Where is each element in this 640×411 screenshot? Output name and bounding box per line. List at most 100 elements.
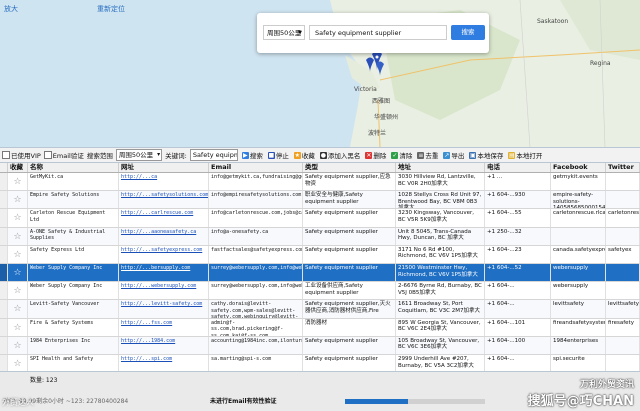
dedupe-button-label: 去重	[425, 152, 439, 160]
table-row[interactable]: ☆ GetMyKit.ca http://...ca info@getmykit.ca…	[0, 173, 640, 192]
header-facebook[interactable]: Facebook	[551, 163, 606, 172]
cell-phone: +1 604-...	[485, 300, 551, 318]
relocate-link[interactable]: 重新定位	[97, 4, 125, 14]
clear-button[interactable]: ✓ 清除	[390, 150, 413, 160]
open-local-button[interactable]: ▤ 本地打开	[507, 150, 543, 160]
row-header[interactable]	[0, 355, 8, 371]
header-address[interactable]: 地址	[396, 163, 485, 172]
row-header[interactable]	[0, 173, 8, 191]
search-button[interactable]: ▶ 搜索	[241, 150, 264, 160]
table-row[interactable]: ☆ Weber Supply Company Inc http://...weber…	[0, 282, 640, 301]
radius-select-value: 周围50公里	[267, 29, 302, 37]
dedupe-icon: ≡	[417, 151, 425, 159]
cell-facebook: empire-safety-solutions-140585685000154	[553, 191, 606, 209]
folder-icon: ▤	[508, 151, 516, 159]
table-row[interactable]: ☆ SPI Health and Safety http://...spi.com s…	[0, 355, 640, 371]
table-row[interactable]: ☆ 1984 Enterprises Inc http://...1984.com a…	[0, 336, 640, 355]
vip-checkbox[interactable]: 已使用VIP	[2, 150, 41, 160]
row-header[interactable]	[0, 264, 8, 282]
cell-twitter	[606, 191, 640, 209]
cell-url[interactable]: http://...webersupply.com	[119, 282, 209, 300]
cell-facebook: 1984enterprises	[551, 336, 606, 354]
blacklist-button[interactable]: ● 添加入黑名	[319, 150, 362, 160]
progress-fill	[345, 399, 408, 404]
toolbar-keyword-input[interactable]: Safety equipment	[189, 149, 238, 161]
header-name[interactable]: 名称	[28, 163, 119, 172]
cell-twitter	[606, 227, 640, 245]
row-header[interactable]	[0, 209, 8, 227]
results-table: 收藏 名称 网址 Email 类型 地址 电话 Facebook Twitter…	[0, 163, 640, 371]
row-header[interactable]	[0, 300, 8, 318]
save-icon: ▣	[469, 151, 477, 159]
favorite-star-icon[interactable]: ☆	[8, 300, 28, 318]
zoom-link[interactable]: 放大	[4, 4, 18, 14]
delete-button[interactable]: ✕ 删除	[364, 150, 387, 160]
favorite-star-icon[interactable]: ☆	[8, 209, 28, 227]
favorite-star-icon[interactable]: ☆	[8, 355, 28, 371]
table-row[interactable]: ☆ Fire & Safety Systems http://...fss.com a…	[0, 318, 640, 337]
radius-select[interactable]: 周围50公里 ▼	[263, 25, 305, 40]
cell-url[interactable]: http://...fss.com	[119, 318, 209, 336]
cell-url[interactable]: http://...carlrescue.com	[119, 209, 209, 227]
favorite-star-icon[interactable]: ☆	[8, 227, 28, 245]
cell-address: 895 W Georgia St, Vancouver, BC V6C 2E4加…	[396, 318, 485, 336]
email-verify-checkbox[interactable]: Email验证	[43, 150, 84, 160]
map-view[interactable]: 放大 重新定位 Saskatoon Regina Victoria 西雅图 华盛…	[0, 0, 640, 147]
blacklist-button-label: 添加入黑名	[327, 152, 361, 160]
row-header[interactable]	[0, 336, 8, 354]
cell-url[interactable]: http://...ca	[119, 173, 209, 191]
cell-name: Weber Supply Company Inc	[28, 264, 119, 282]
cell-email: surrey@webersupply.com,info@webersupply.…	[209, 282, 303, 300]
cell-type: Safety equipment supplier	[303, 209, 396, 227]
favorite-star-icon[interactable]: ☆	[8, 191, 28, 209]
save-local-button[interactable]: ▣ 本地保存	[468, 150, 504, 160]
favorite-star-icon[interactable]: ☆	[8, 264, 28, 282]
search-range-select[interactable]: 周围50公里	[115, 149, 163, 161]
header-twitter[interactable]: Twitter	[606, 163, 640, 172]
table-row[interactable]: ☆ Weber Supply Company Inc http://...bersu…	[0, 264, 640, 283]
favorite-button[interactable]: ★ 收藏	[293, 150, 316, 160]
table-row[interactable]: ☆ A-ONE Safety & Industrial Supplies http:…	[0, 227, 640, 246]
map-search-button[interactable]: 搜索	[451, 25, 485, 40]
table-row[interactable]: ☆ Empire Safety Solutions http://...safety…	[0, 191, 640, 210]
keyword-input[interactable]: Safety equipment supplier	[309, 25, 447, 40]
clear-button-label: 清除	[399, 152, 413, 160]
row-header[interactable]	[0, 318, 8, 336]
favorite-star-icon[interactable]: ☆	[8, 336, 28, 354]
dedupe-button[interactable]: ≡ 去重	[416, 150, 439, 160]
cell-phone: +1 604-...52	[485, 264, 551, 282]
favorite-star-icon[interactable]: ☆	[8, 318, 28, 336]
cell-url[interactable]: http://...aaoneasafety.ca	[119, 227, 209, 245]
cell-url[interactable]: http://...bersupply.com	[119, 264, 209, 282]
header-phone[interactable]: 电话	[485, 163, 551, 172]
favorite-star-icon[interactable]: ☆	[8, 173, 28, 191]
cell-url[interactable]: http://...1984.com	[119, 336, 209, 354]
table-row[interactable]: ☆ Safety Express Ltd http://...safetyexpre…	[0, 245, 640, 264]
cell-address: 3230 Kingsway, Vancouver, BC V5R 5K9加拿大	[396, 209, 485, 227]
checkbox-icon	[43, 151, 52, 159]
export-button[interactable]: ↗ 导出	[442, 150, 465, 160]
table-row[interactable]: ☆ Levitt-Safety Vancouver http://...levitt…	[0, 300, 640, 319]
cell-url[interactable]: http://...spi.com	[119, 355, 209, 371]
favorite-star-icon[interactable]: ☆	[8, 282, 28, 300]
favorite-star-icon[interactable]: ☆	[8, 245, 28, 263]
header-type[interactable]: 类型	[303, 163, 396, 172]
row-header[interactable]	[0, 227, 8, 245]
stop-button[interactable]: ■ 停止	[267, 150, 290, 160]
star-icon: ★	[293, 151, 301, 159]
header-url[interactable]: 网址	[119, 163, 209, 172]
cell-url[interactable]: http://...safetysolutions.com	[119, 191, 209, 209]
cell-url[interactable]: http://...safetyexpress.com	[119, 245, 209, 263]
row-header[interactable]	[0, 191, 8, 209]
cell-phone: +1 604-...100	[485, 336, 551, 354]
cell-url[interactable]: http://...levitt-safety.com	[119, 300, 209, 318]
cell-name: Empire Safety Solutions	[28, 191, 119, 209]
row-header[interactable]	[0, 245, 8, 263]
cell-type: Safety equipment supplier,应急物资	[303, 173, 396, 191]
header-favorite[interactable]: 收藏	[8, 163, 28, 172]
cell-email: surrey@webersupply.com,info@webersupply.…	[209, 264, 303, 282]
header-email[interactable]: Email	[209, 163, 303, 172]
cell-phone: +1 604-...55	[485, 209, 551, 227]
table-row[interactable]: ☆ Carleton Rescue Equipment Ltd http://...…	[0, 209, 640, 228]
row-header[interactable]	[0, 282, 8, 300]
